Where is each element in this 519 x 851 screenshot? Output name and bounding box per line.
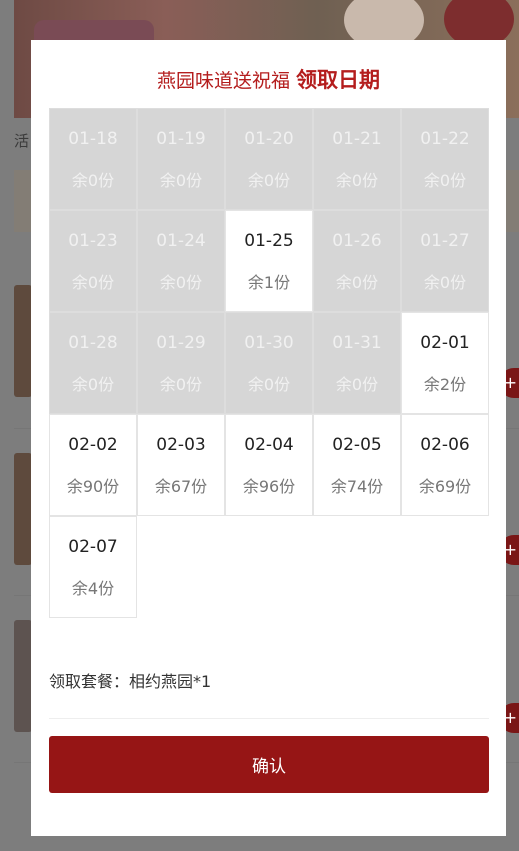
date-cell-date: 02-06 bbox=[420, 435, 470, 455]
date-cell: 01-22 余0份 bbox=[401, 108, 489, 210]
date-cell-date: 01-31 bbox=[332, 333, 382, 353]
date-cell-date: 01-27 bbox=[420, 231, 470, 251]
date-cell: 01-20 余0份 bbox=[225, 108, 313, 210]
date-cell-remaining: 余0份 bbox=[71, 171, 115, 190]
date-cell-remaining: 余0份 bbox=[71, 375, 115, 394]
date-cell-date: 01-18 bbox=[68, 129, 118, 149]
date-cell[interactable]: 01-25 余1份 bbox=[225, 210, 313, 312]
date-cell: 01-26 余0份 bbox=[313, 210, 401, 312]
date-cell-remaining: 余0份 bbox=[423, 273, 467, 292]
date-cell[interactable]: 02-07 余4份 bbox=[49, 516, 137, 618]
product-thumbnail bbox=[14, 453, 32, 565]
date-cell-remaining: 余90份 bbox=[66, 477, 120, 496]
date-cell-remaining: 余0份 bbox=[335, 273, 379, 292]
date-cell: 01-19 余0份 bbox=[137, 108, 225, 210]
date-cell: 01-31 余0份 bbox=[313, 312, 401, 414]
package-info: 领取套餐：相约燕园*1 bbox=[49, 672, 212, 691]
modal-title: 燕园味道送祝福 领取日期 bbox=[31, 64, 506, 94]
date-cell-remaining: 余1份 bbox=[247, 273, 291, 292]
date-cell-date: 01-24 bbox=[156, 231, 206, 251]
modal-title-main: 燕园味道送祝福 bbox=[156, 70, 290, 92]
date-cell-date: 02-01 bbox=[420, 333, 470, 353]
date-cell-remaining: 余69份 bbox=[418, 477, 472, 496]
divider bbox=[49, 718, 489, 719]
date-cell-remaining: 余0份 bbox=[159, 273, 203, 292]
date-cell[interactable]: 02-03 余67份 bbox=[137, 414, 225, 516]
date-cell-date: 02-03 bbox=[156, 435, 206, 455]
product-thumbnail bbox=[14, 620, 32, 732]
date-cell: 01-24 余0份 bbox=[137, 210, 225, 312]
date-cell-date: 01-25 bbox=[244, 231, 294, 251]
date-cell-date: 01-20 bbox=[244, 129, 294, 149]
date-cell-remaining: 余0份 bbox=[335, 171, 379, 190]
date-cell-date: 01-21 bbox=[332, 129, 382, 149]
date-cell-remaining: 余0份 bbox=[423, 171, 467, 190]
date-cell-date: 02-02 bbox=[68, 435, 118, 455]
date-cell[interactable]: 02-02 余90份 bbox=[49, 414, 137, 516]
date-cell: 01-21 余0份 bbox=[313, 108, 401, 210]
date-cell-date: 01-26 bbox=[332, 231, 382, 251]
date-cell[interactable]: 02-05 余74份 bbox=[313, 414, 401, 516]
date-cell-remaining: 余0份 bbox=[159, 375, 203, 394]
date-cell: 01-30 余0份 bbox=[225, 312, 313, 414]
date-cell-remaining: 余2份 bbox=[423, 375, 467, 394]
date-cell-date: 01-28 bbox=[68, 333, 118, 353]
date-cell[interactable]: 02-04 余96份 bbox=[225, 414, 313, 516]
date-cell-date: 01-30 bbox=[244, 333, 294, 353]
date-cell-date: 02-05 bbox=[332, 435, 382, 455]
confirm-button[interactable]: 确认 bbox=[49, 736, 489, 793]
date-cell-date: 02-04 bbox=[244, 435, 294, 455]
date-cell-date: 01-22 bbox=[420, 129, 470, 149]
date-cell: 01-18 余0份 bbox=[49, 108, 137, 210]
date-cell-date: 02-07 bbox=[68, 537, 118, 557]
date-cell[interactable]: 02-01 余2份 bbox=[401, 312, 489, 414]
date-cell-remaining: 余67份 bbox=[154, 477, 208, 496]
date-cell-remaining: 余74份 bbox=[330, 477, 384, 496]
product-thumbnail bbox=[14, 285, 32, 397]
date-cell: 01-28 余0份 bbox=[49, 312, 137, 414]
date-cell-date: 01-29 bbox=[156, 333, 206, 353]
date-cell-date: 01-19 bbox=[156, 129, 206, 149]
date-grid: 01-18 余0份 01-19 余0份 01-20 余0份 01-21 余0份 01-22 余0份… bbox=[49, 108, 489, 618]
date-cell-remaining: 余0份 bbox=[335, 375, 379, 394]
date-cell-remaining: 余0份 bbox=[247, 375, 291, 394]
date-cell: 01-23 余0份 bbox=[49, 210, 137, 312]
date-cell-remaining: 余0份 bbox=[159, 171, 203, 190]
date-cell: 01-29 余0份 bbox=[137, 312, 225, 414]
modal-title-emphasis: 领取日期 bbox=[296, 68, 380, 92]
date-picker-modal: 燕园味道送祝福 领取日期 01-18 余0份 01-19 余0份 01-20 余0份 01-2… bbox=[31, 40, 506, 836]
date-cell-remaining: 余96份 bbox=[242, 477, 296, 496]
date-cell-remaining: 余4份 bbox=[71, 579, 115, 598]
date-cell: 01-27 余0份 bbox=[401, 210, 489, 312]
date-cell-date: 01-23 bbox=[68, 231, 118, 251]
activity-title-fragment: 活 bbox=[14, 132, 30, 150]
date-cell-remaining: 余0份 bbox=[247, 171, 291, 190]
date-cell[interactable]: 02-06 余69份 bbox=[401, 414, 489, 516]
date-cell-remaining: 余0份 bbox=[71, 273, 115, 292]
